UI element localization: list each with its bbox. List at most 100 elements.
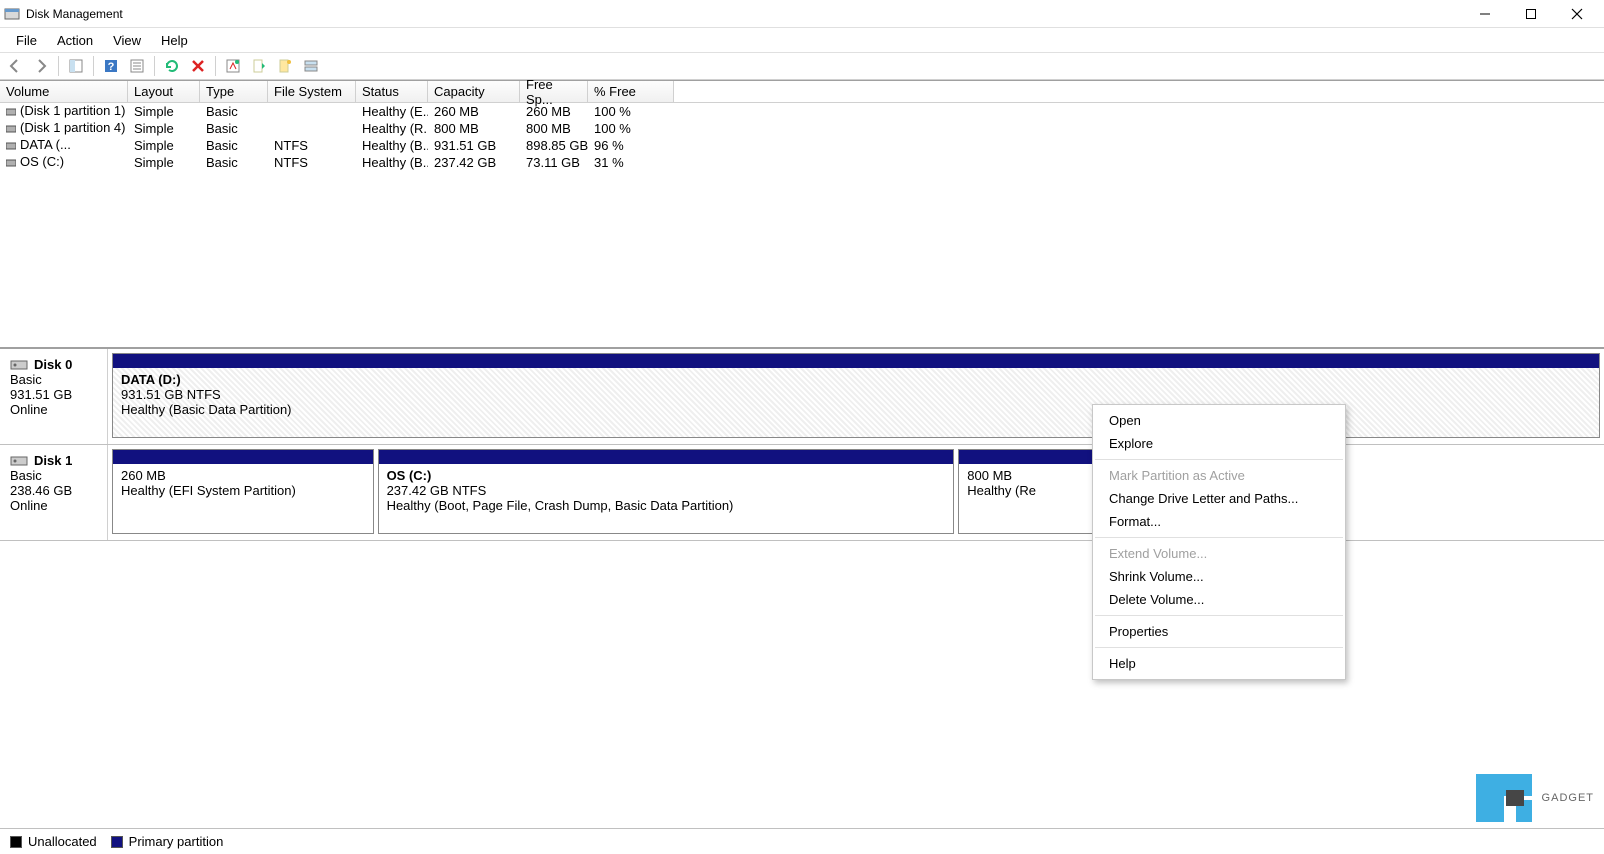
menu-help[interactable]: Help xyxy=(151,30,198,51)
volume-icon xyxy=(6,122,16,137)
volume-type: Basic xyxy=(200,104,268,119)
forward-button[interactable] xyxy=(30,55,52,77)
context-menu-item[interactable]: Delete Volume... xyxy=(1093,588,1345,611)
disk-graphical-view: Disk 0Basic931.51 GBOnlineDATA (D:)931.5… xyxy=(0,347,1604,541)
col-type[interactable]: Type xyxy=(200,81,268,102)
col-layout[interactable]: Layout xyxy=(128,81,200,102)
legend: Unallocated Primary partition xyxy=(0,828,1604,854)
wizard-icon[interactable] xyxy=(274,55,296,77)
menu-action[interactable]: Action xyxy=(47,30,103,51)
disk-icon xyxy=(10,358,28,372)
disk-row: Disk 1Basic238.46 GBOnline260 MBHealthy … xyxy=(0,445,1604,541)
watermark: GADGET xyxy=(1472,770,1594,826)
volume-status: Healthy (B... xyxy=(356,138,428,153)
volume-percent: 31 % xyxy=(588,155,674,170)
svg-text:?: ? xyxy=(108,61,115,73)
menu-view[interactable]: View xyxy=(103,30,151,51)
volume-status: Healthy (R... xyxy=(356,121,428,136)
action-icon[interactable] xyxy=(248,55,270,77)
volume-filesystem: NTFS xyxy=(268,155,356,170)
toolbar-separator xyxy=(93,56,94,76)
disk-info[interactable]: Disk 1Basic238.46 GBOnline xyxy=(0,445,108,540)
col-free-space[interactable]: Free Sp... xyxy=(520,81,588,102)
partition-title: OS (C:) xyxy=(387,468,946,483)
context-menu-item: Extend Volume... xyxy=(1093,542,1345,565)
partition-block[interactable]: OS (C:)237.42 GB NTFSHealthy (Boot, Page… xyxy=(378,449,955,534)
volume-name: (Disk 1 partition 4) xyxy=(20,120,125,135)
legend-unallocated-swatch xyxy=(10,836,22,848)
volume-row[interactable]: (Disk 1 partition 1)SimpleBasicHealthy (… xyxy=(0,103,1604,120)
layout-icon[interactable] xyxy=(300,55,322,77)
disk-name: Disk 0 xyxy=(34,357,72,372)
col-volume[interactable]: Volume xyxy=(0,81,128,102)
toolbar-separator xyxy=(215,56,216,76)
properties-icon[interactable] xyxy=(222,55,244,77)
partition-size: 237.42 GB NTFS xyxy=(387,483,946,498)
disk-state: Online xyxy=(10,402,97,417)
context-menu-item[interactable]: Properties xyxy=(1093,620,1345,643)
volume-free: 73.11 GB xyxy=(520,155,588,170)
context-menu-separator xyxy=(1095,537,1343,538)
disk-size: 931.51 GB xyxy=(10,387,97,402)
show-hide-tree-icon[interactable] xyxy=(65,55,87,77)
partition-status: Healthy (Boot, Page File, Crash Dump, Ba… xyxy=(387,498,946,513)
volume-list-body[interactable]: (Disk 1 partition 1)SimpleBasicHealthy (… xyxy=(0,103,1604,347)
disk-info[interactable]: Disk 0Basic931.51 GBOnline xyxy=(0,349,108,444)
volume-free: 800 MB xyxy=(520,121,588,136)
volume-row[interactable]: DATA (...SimpleBasicNTFSHealthy (B...931… xyxy=(0,137,1604,154)
context-menu-item[interactable]: Shrink Volume... xyxy=(1093,565,1345,588)
context-menu-item: Mark Partition as Active xyxy=(1093,464,1345,487)
settings-list-icon[interactable] xyxy=(126,55,148,77)
volume-row[interactable]: OS (C:)SimpleBasicNTFSHealthy (B...237.4… xyxy=(0,154,1604,171)
maximize-button[interactable] xyxy=(1508,0,1554,28)
disk-icon xyxy=(10,454,28,468)
refresh-icon[interactable] xyxy=(161,55,183,77)
volume-layout: Simple xyxy=(128,121,200,136)
volume-percent: 100 % xyxy=(588,104,674,119)
context-menu-item[interactable]: Open xyxy=(1093,409,1345,432)
help-icon[interactable]: ? xyxy=(100,55,122,77)
menubar: File Action View Help xyxy=(0,28,1604,52)
volume-status: Healthy (E... xyxy=(356,104,428,119)
volume-row[interactable]: (Disk 1 partition 4)SimpleBasic Healthy (… xyxy=(0,120,1604,137)
partition-color-bar xyxy=(379,450,954,464)
volume-percent: 100 % xyxy=(588,121,674,136)
disk-partitions: DATA (D:)931.51 GB NTFSHealthy (Basic Da… xyxy=(108,349,1604,444)
disk-row: Disk 0Basic931.51 GBOnlineDATA (D:)931.5… xyxy=(0,349,1604,445)
col-filesystem[interactable]: File System xyxy=(268,81,356,102)
volume-free: 260 MB xyxy=(520,104,588,119)
close-button[interactable] xyxy=(1554,0,1600,28)
volume-capacity: 260 MB xyxy=(428,104,520,119)
partition-color-bar xyxy=(113,450,373,464)
context-menu-item[interactable]: Change Drive Letter and Paths... xyxy=(1093,487,1345,510)
volume-capacity: 800 MB xyxy=(428,121,520,136)
volume-list: Volume Layout Type File System Status Ca… xyxy=(0,80,1604,347)
context-menu-separator xyxy=(1095,647,1343,648)
legend-unallocated-label: Unallocated xyxy=(28,834,97,849)
titlebar: Disk Management xyxy=(0,0,1604,28)
volume-filesystem: NTFS xyxy=(268,138,356,153)
disk-name: Disk 1 xyxy=(34,453,72,468)
context-menu-item[interactable]: Explore xyxy=(1093,432,1345,455)
partition-block[interactable]: DATA (D:)931.51 GB NTFSHealthy (Basic Da… xyxy=(112,353,1600,438)
window-title: Disk Management xyxy=(26,7,123,21)
volume-layout: Simple xyxy=(128,155,200,170)
watermark-text: GADGET xyxy=(1542,792,1594,804)
context-menu-item[interactable]: Format... xyxy=(1093,510,1345,533)
menu-file[interactable]: File xyxy=(6,30,47,51)
partition-block[interactable]: 260 MBHealthy (EFI System Partition) xyxy=(112,449,374,534)
col-status[interactable]: Status xyxy=(356,81,428,102)
col-capacity[interactable]: Capacity xyxy=(428,81,520,102)
minimize-button[interactable] xyxy=(1462,0,1508,28)
context-menu-item[interactable]: Help xyxy=(1093,652,1345,675)
volume-icon xyxy=(6,105,16,120)
col-percent-free[interactable]: % Free xyxy=(588,81,674,102)
toolbar: ? xyxy=(0,52,1604,80)
delete-icon[interactable] xyxy=(187,55,209,77)
volume-status: Healthy (B... xyxy=(356,155,428,170)
legend-primary-swatch xyxy=(111,836,123,848)
volume-capacity: 237.42 GB xyxy=(428,155,520,170)
volume-type: Basic xyxy=(200,121,268,136)
back-button[interactable] xyxy=(4,55,26,77)
toolbar-separator xyxy=(58,56,59,76)
